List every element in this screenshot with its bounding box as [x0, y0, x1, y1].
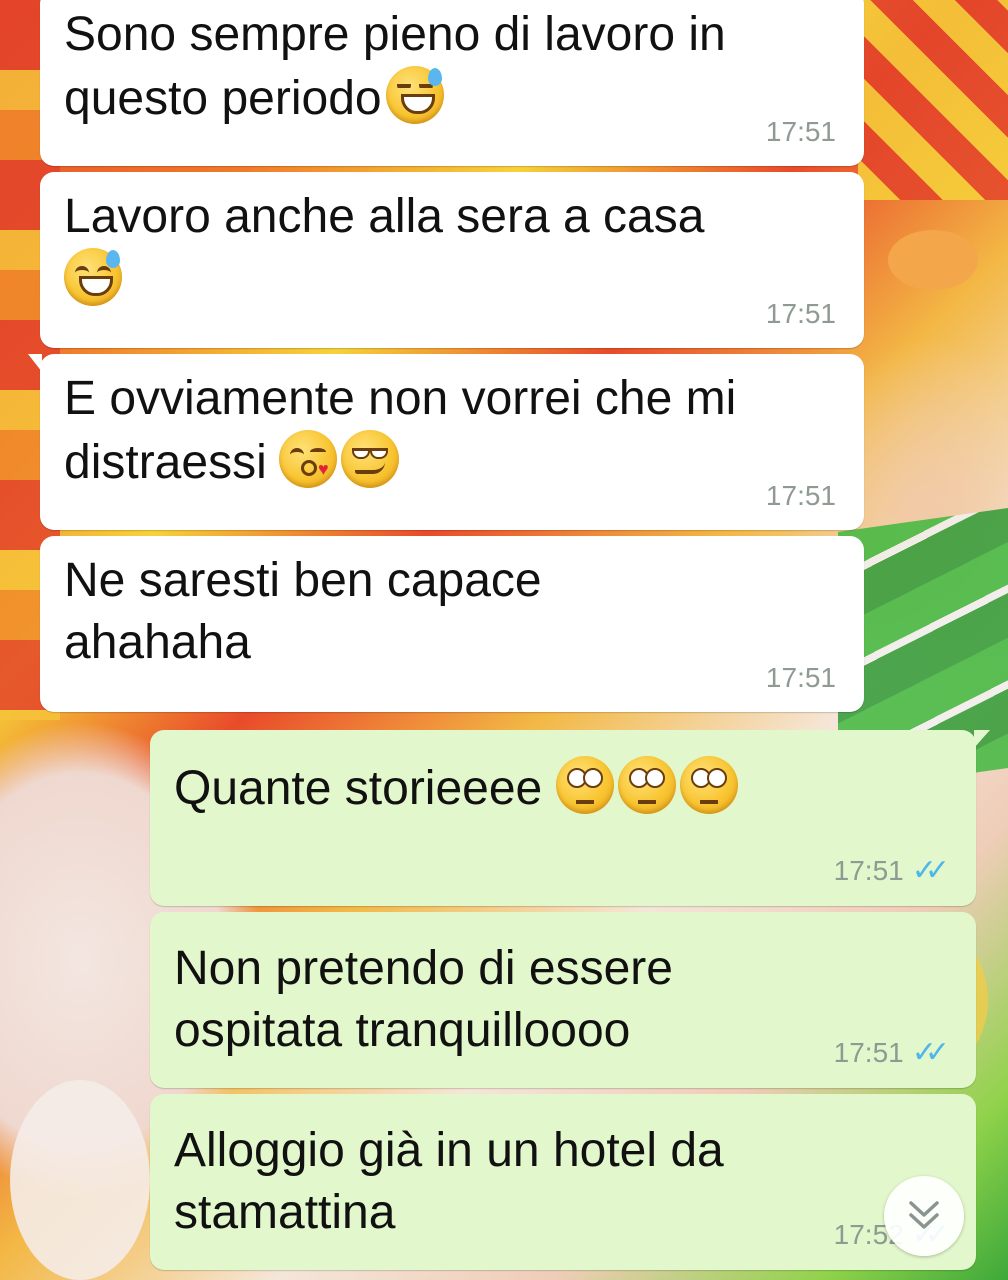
message-meta: 17:51 ✓✓	[833, 1035, 950, 1070]
message-meta: 17:51	[766, 116, 836, 148]
incoming-message[interactable]: Sono sempre pieno di lavoro in questo pe…	[40, 0, 864, 166]
message-time: 17:51	[765, 662, 836, 693]
eye-roll-emoji	[618, 756, 677, 814]
eye-roll-emoji	[680, 756, 739, 814]
double-check-icon: ✓✓	[911, 854, 950, 887]
message-meta: 17:51 ✓✓	[833, 853, 950, 888]
outgoing-message[interactable]: Non pretendo di essere ospitata tranquil…	[150, 912, 976, 1088]
scroll-to-bottom-button[interactable]	[884, 1176, 964, 1256]
smirk-emoji	[340, 430, 399, 488]
outgoing-message[interactable]: Quante storieeee 17:51 ✓✓	[150, 730, 990, 906]
message-text: E ovviamente non vorrei che mi distraess…	[64, 372, 737, 489]
incoming-message[interactable]: Ne saresti ben capace ahahaha 17:51	[40, 536, 864, 712]
outgoing-message[interactable]: Alloggio già in un hotel da stamattina 1…	[150, 1094, 976, 1270]
chevron-double-down-icon	[909, 1201, 939, 1229]
message-meta: 17:51	[766, 662, 836, 694]
message-text: Quante storieeee	[174, 762, 543, 815]
message-time: 17:51	[765, 116, 836, 147]
sweat-smile-emoji	[385, 66, 444, 124]
eye-roll-emoji	[556, 756, 615, 814]
message-time: 17:51	[833, 854, 904, 886]
message-text: Ne saresti ben capace ahahaha	[64, 554, 542, 669]
incoming-message[interactable]: Lavoro anche alla sera a casa 17:51	[40, 172, 864, 348]
message-time: 17:51	[833, 1036, 904, 1068]
message-time: 17:51	[765, 298, 836, 329]
kissing-heart-emoji: ♥	[278, 430, 337, 488]
incoming-message[interactable]: E ovviamente non vorrei che mi distraess…	[28, 354, 864, 530]
message-list[interactable]: Sono sempre pieno di lavoro in questo pe…	[0, 0, 1008, 1280]
message-meta: 17:51	[766, 298, 836, 330]
message-time: 17:51	[765, 480, 836, 511]
message-meta: 17:51	[766, 480, 836, 512]
message-text: Lavoro anche alla sera a casa	[64, 190, 705, 243]
double-check-icon: ✓✓	[911, 1036, 950, 1069]
sweat-smile-emoji	[64, 248, 122, 306]
